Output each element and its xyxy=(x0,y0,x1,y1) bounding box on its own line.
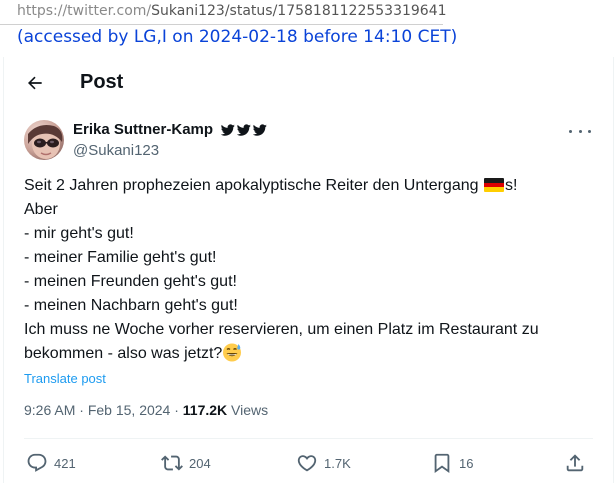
tweet-line: Ich muss ne Woche vorher reservieren, um… xyxy=(24,321,539,338)
bookmark-icon xyxy=(434,453,450,474)
more-options-button[interactable] xyxy=(569,123,591,139)
share-icon xyxy=(566,454,584,472)
more-dot-icon xyxy=(578,129,582,133)
action-bar: 421 204 1.7K 16 xyxy=(4,450,613,476)
post-header: Post xyxy=(4,57,613,109)
url-prefix: https://twitter.com/ xyxy=(17,3,152,19)
repost-icon xyxy=(161,455,183,471)
author-handle[interactable]: @Sukani123 xyxy=(73,142,159,159)
author-badges xyxy=(221,123,267,137)
post-date[interactable]: Feb 15, 2024 xyxy=(88,402,171,418)
bookmark-count: 16 xyxy=(459,455,474,471)
tweet-text: Seit 2 Jahren prophezeien apokalyptische… xyxy=(24,174,594,366)
access-note: (accessed by LG,I on 2024-02-18 before 1… xyxy=(17,27,458,47)
grinning-sweat-emoji-icon xyxy=(223,343,242,362)
back-button[interactable] xyxy=(21,69,49,97)
tweet-line: - meinen Nachbarn geht's gut! xyxy=(24,297,238,314)
meta-separator: · xyxy=(79,402,84,418)
repost-count: 204 xyxy=(189,455,211,471)
archive-url[interactable]: https://twitter.com/Sukani123/status/175… xyxy=(0,0,447,25)
share-button[interactable] xyxy=(564,450,586,476)
tweet-line: - meinen Freunden geht's gut! xyxy=(24,273,237,290)
reply-count: 421 xyxy=(54,455,76,471)
like-count: 1.7K xyxy=(324,455,351,471)
meta-separator: · xyxy=(174,402,179,418)
author-name[interactable]: Erika Suttner-Kamp xyxy=(73,121,213,138)
reply-icon xyxy=(27,453,47,472)
page-title: Post xyxy=(80,71,124,93)
german-flag-icon xyxy=(483,178,504,192)
translate-post-link[interactable]: Translate post xyxy=(24,371,106,386)
repost-button[interactable]: 204 xyxy=(161,450,211,476)
more-dot-icon xyxy=(569,129,572,133)
views-label: Views xyxy=(227,402,269,418)
bird-icon xyxy=(237,124,251,136)
post-meta: 9:26 AM · Feb 15, 2024 · 117.2K Views xyxy=(24,402,268,418)
url-path: Sukani123/status/1758181122553319641 xyxy=(151,3,447,19)
bird-icon xyxy=(253,124,267,136)
tweet-line: bekommen - also was jetzt? xyxy=(24,342,594,366)
arrow-left-icon xyxy=(28,76,42,90)
post-time[interactable]: 9:26 AM xyxy=(24,402,75,418)
tweet-line: - mir geht's gut! xyxy=(24,225,134,242)
views-count: 117.2K xyxy=(182,402,228,418)
avatar[interactable] xyxy=(24,120,64,160)
like-button[interactable]: 1.7K xyxy=(296,450,351,476)
divider xyxy=(24,438,593,439)
more-dot-icon xyxy=(588,129,591,133)
tweet-line: Seit 2 Jahren prophezeien apokalyptische… xyxy=(24,177,518,194)
heart-icon xyxy=(297,455,317,472)
bookmark-button[interactable]: 16 xyxy=(431,450,473,476)
reply-button[interactable]: 421 xyxy=(26,450,76,476)
tweet-line: - meiner Familie geht's gut! xyxy=(24,249,217,266)
tweet-line: Aber xyxy=(24,201,58,218)
bird-icon xyxy=(221,124,235,136)
post-card: Post Erika Suttner-Kamp @Sukani123 Seit … xyxy=(3,57,614,483)
